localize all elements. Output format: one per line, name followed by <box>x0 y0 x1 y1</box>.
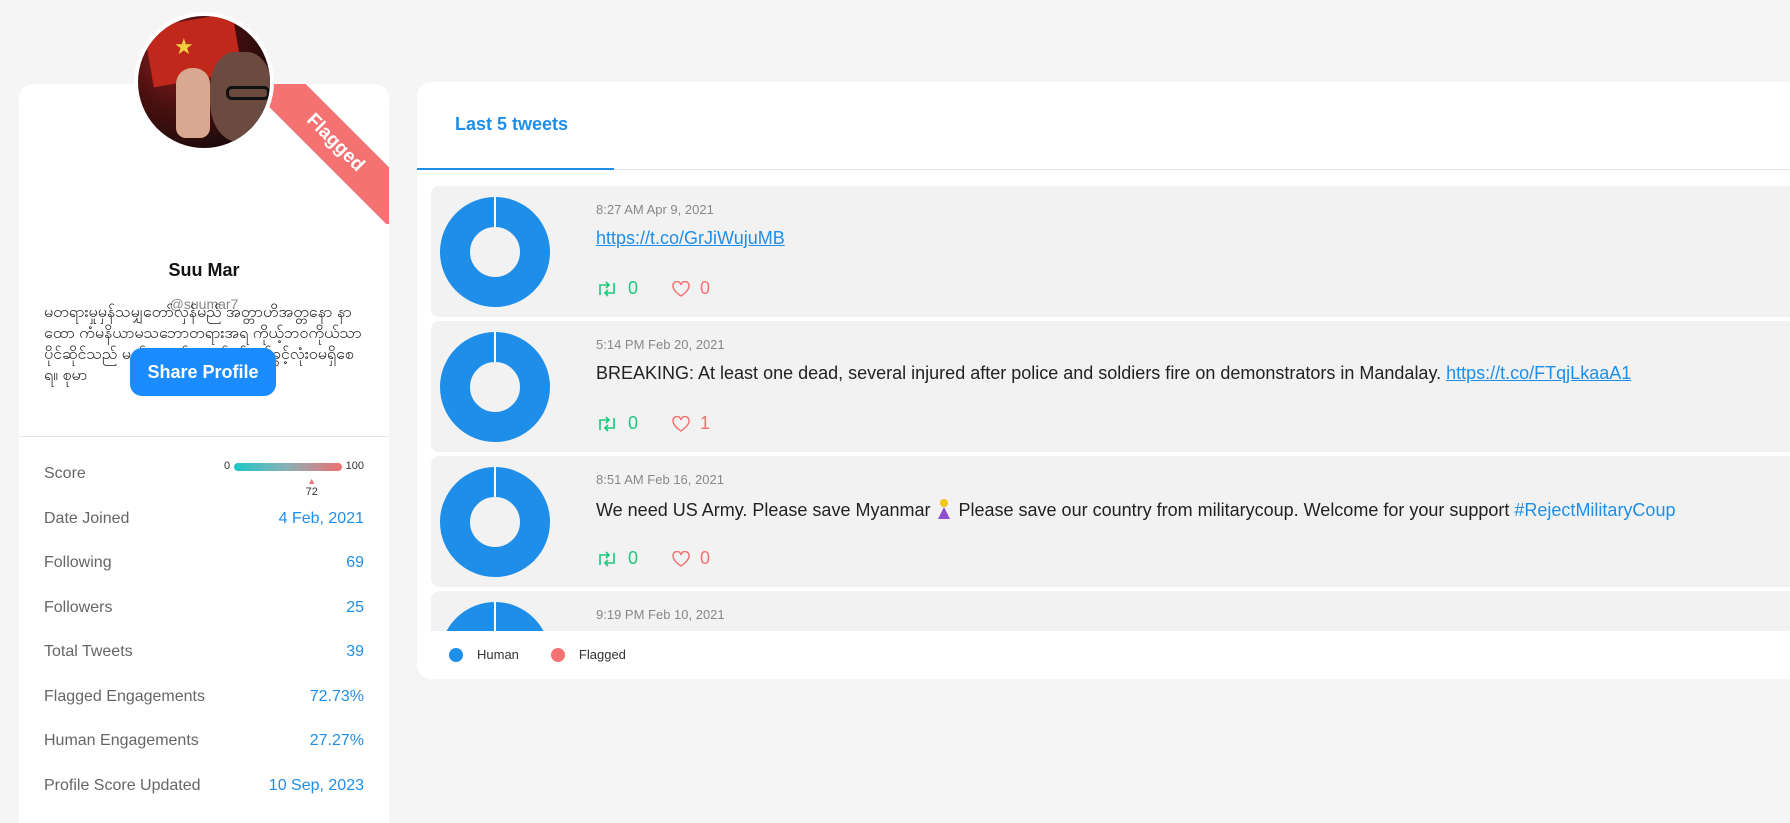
stat-label: Human Engagements <box>44 732 199 750</box>
profile-stats: Score 0 100 ▲ 72 Date Joined 4 Feb, 2021… <box>44 452 364 808</box>
engagement-donut-chart <box>440 332 550 442</box>
tweet-timestamp: 8:51 AM Feb 16, 2021 <box>596 472 724 487</box>
stat-row-date-joined: Date Joined 4 Feb, 2021 <box>44 497 364 542</box>
retweet-count: 0 <box>596 278 638 299</box>
stat-value: 4 Feb, 2021 <box>278 509 364 527</box>
tweet-timestamp: 9:19 PM Feb 10, 2021 <box>596 607 725 622</box>
tweet-card: 5:14 PM Feb 20, 2021 BREAKING: At least … <box>431 321 1790 452</box>
legend-dot-flagged <box>550 647 565 662</box>
tweet-link[interactable]: https://t.co/FTqjLkaaA1 <box>1446 363 1631 383</box>
retweet-count: 0 <box>596 548 638 569</box>
tweet-body: BREAKING: At least one dead, several inj… <box>596 363 1442 383</box>
profile-name: Suu Mar <box>168 260 240 280</box>
tweet-timestamp: 8:27 AM Apr 9, 2021 <box>596 202 714 217</box>
score-marker: ▲ 72 <box>302 476 322 499</box>
heart-icon <box>672 280 690 297</box>
stat-value: 10 Sep, 2023 <box>268 776 364 794</box>
engagement-donut-chart <box>446 602 544 631</box>
stat-row-total-tweets: Total Tweets 39 <box>44 630 364 675</box>
like-count: 0 <box>672 548 710 569</box>
score-gradient-bar <box>234 463 342 471</box>
tweets-panel: Last 5 tweets 8:27 AM Apr 9, 2021 https:… <box>417 82 1790 679</box>
retweet-value: 0 <box>628 278 639 298</box>
tweet-text: https://t.co/GrJiWujuMB <box>596 228 785 249</box>
stat-row-profile-score-updated: Profile Score Updated 10 Sep, 2023 <box>44 764 364 809</box>
avatar-hand-shape <box>176 68 210 138</box>
share-profile-button[interactable]: Share Profile <box>130 348 276 396</box>
score-value: 72 <box>305 486 318 498</box>
stat-row-human-engagements: Human Engagements 27.27% <box>44 719 364 764</box>
divider <box>19 436 389 437</box>
stat-label: Following <box>44 554 112 572</box>
avatar-glasses-shape <box>226 86 270 100</box>
engagement-donut-chart <box>440 197 550 307</box>
stat-row-followers: Followers 25 <box>44 586 364 631</box>
retweet-value: 0 <box>628 413 639 433</box>
score-min: 0 <box>224 460 231 472</box>
score-row: Score 0 100 ▲ 72 <box>44 452 364 500</box>
score-max: 100 <box>345 460 364 472</box>
retweet-icon <box>599 280 615 297</box>
stat-row-following: Following 69 <box>44 541 364 586</box>
stat-label: Total Tweets <box>44 643 133 661</box>
legend-label: Flagged <box>578 647 626 662</box>
tweet-text: BREAKING: At least one dead, several inj… <box>596 363 1631 384</box>
legend-dot-human <box>449 647 463 662</box>
stat-label: Followers <box>44 598 113 616</box>
score-marker-arrow: ▲ <box>307 476 317 486</box>
stat-label: Profile Score Updated <box>44 776 201 794</box>
tweet-hashtag[interactable]: #RejectMilitaryCoup <box>1514 500 1675 520</box>
tab-bar-line <box>417 169 1790 170</box>
retweet-icon <box>599 550 615 567</box>
tweet-body-end: Please save our country from militarycou… <box>958 500 1510 520</box>
praying-person-emoji-icon <box>938 499 951 519</box>
stat-label: Flagged Engagements <box>44 687 205 705</box>
avatar: ★ <box>134 12 274 152</box>
tweet-card: 9:19 PM Feb 10, 2021 <box>431 591 1790 631</box>
legend-label: Human <box>477 647 519 662</box>
tweet-stats: 0 0 <box>596 278 710 299</box>
tweet-timestamp: 5:14 PM Feb 20, 2021 <box>596 337 725 352</box>
stat-value: 39 <box>346 643 364 661</box>
legend-item-flagged: Flagged <box>550 647 626 662</box>
tweet-stats: 0 0 <box>596 548 710 569</box>
tweet-text: We need US Army. Please save Myanmar Ple… <box>596 498 1675 521</box>
stat-value: 27.27% <box>309 732 364 750</box>
like-value: 1 <box>700 413 711 433</box>
tab-last-5-tweets[interactable]: Last 5 tweets <box>455 114 568 135</box>
heart-icon <box>672 415 690 432</box>
like-count: 0 <box>672 278 710 299</box>
tweet-body-start: We need US Army. Please save Myanmar <box>596 500 931 520</box>
like-value: 0 <box>700 278 711 298</box>
heart-icon <box>672 550 690 567</box>
profile-card: Flagged Suu Mar @suumar7 မတရားမှုမှန်သမျ… <box>19 84 389 823</box>
tweet-card: 8:27 AM Apr 9, 2021 https://t.co/GrJiWuj… <box>431 186 1790 317</box>
chart-legend: Human Flagged <box>449 647 658 662</box>
avatar-star-icon: ★ <box>174 34 194 59</box>
tweet-link[interactable]: https://t.co/GrJiWujuMB <box>596 228 785 248</box>
flagged-ribbon: Flagged <box>249 84 389 224</box>
tab-active-underline <box>417 168 614 170</box>
tweet-stats: 0 1 <box>596 413 710 434</box>
stat-row-flagged-engagements: Flagged Engagements 72.73% <box>44 675 364 720</box>
score-gauge: 0 100 ▲ 72 <box>224 460 364 500</box>
score-label: Score <box>44 465 86 483</box>
legend-item-human: Human <box>449 647 519 662</box>
retweet-icon <box>599 415 615 432</box>
engagement-donut-chart <box>440 467 550 577</box>
stat-value: 69 <box>346 554 364 572</box>
tweet-card: 8:51 AM Feb 16, 2021 We need US Army. Pl… <box>431 456 1790 587</box>
tweet-list[interactable]: 8:27 AM Apr 9, 2021 https://t.co/GrJiWuj… <box>431 186 1790 631</box>
stat-value: 72.73% <box>309 687 364 705</box>
stat-label: Date Joined <box>44 509 130 527</box>
stat-value: 25 <box>346 598 364 616</box>
like-value: 0 <box>700 548 711 568</box>
like-count: 1 <box>672 413 710 434</box>
retweet-value: 0 <box>628 548 639 568</box>
retweet-count: 0 <box>596 413 638 434</box>
